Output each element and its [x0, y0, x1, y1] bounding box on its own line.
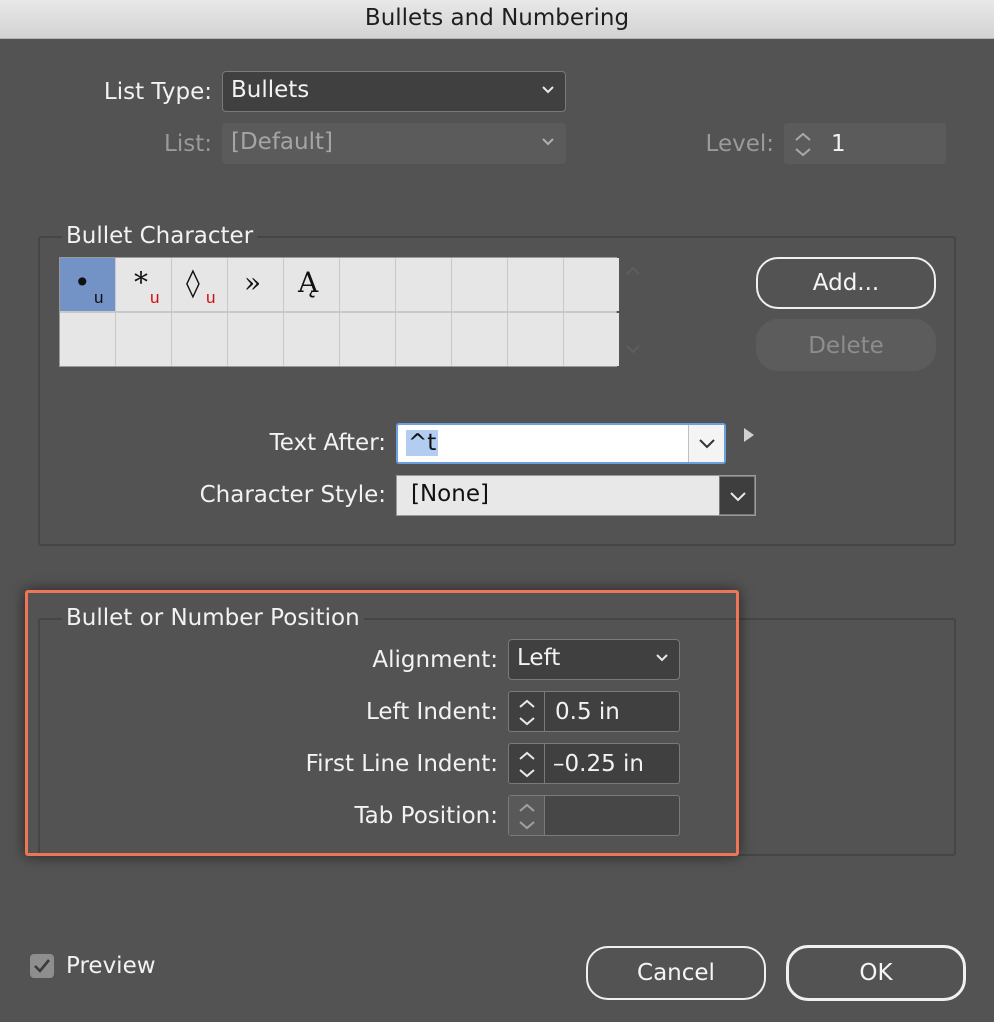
bullet-glyph-grid: • u * u ◊ u » Ą [59, 257, 619, 367]
glyph-cell-empty[interactable] [228, 313, 283, 366]
glyph-cell-empty[interactable] [340, 258, 395, 311]
text-after-menu-button[interactable] [688, 425, 724, 462]
glyph-unicode-marker: u [206, 288, 216, 307]
glyph-char: » [244, 266, 262, 299]
glyph-char: • [74, 266, 91, 299]
character-style-value: [None] [411, 481, 489, 507]
list-value: [Default] [231, 129, 333, 155]
chevron-down-icon [542, 138, 554, 146]
glyph-cell-empty[interactable] [452, 258, 507, 311]
bullet-character-title: Bullet Character [62, 223, 258, 249]
glyph-cell-empty[interactable] [508, 258, 563, 311]
list-type-value: Bullets [231, 77, 310, 103]
character-style-dropdown[interactable]: [None] [396, 475, 756, 516]
glyph-cell-empty[interactable] [340, 313, 395, 366]
glyph-cell-bullet[interactable]: • u [60, 258, 115, 311]
highlight-box [25, 590, 739, 856]
glyph-cell-empty[interactable] [116, 313, 171, 366]
glyph-cell-asterisk[interactable]: * u [116, 258, 171, 311]
glyph-unicode-marker: u [94, 288, 104, 307]
level-stepper-arrows[interactable] [785, 124, 821, 163]
glyph-cell-guillemet[interactable]: » [228, 258, 283, 311]
list-type-dropdown[interactable]: Bullets [222, 71, 566, 112]
preview-checkbox[interactable] [30, 954, 54, 978]
text-after-input[interactable]: ^t [396, 423, 726, 464]
glyph-cell-empty[interactable] [508, 313, 563, 366]
cancel-button[interactable]: Cancel [586, 946, 766, 1000]
checkmark-icon [34, 959, 51, 973]
glyph-cell-lozenge[interactable]: ◊ u [172, 258, 227, 311]
up-down-arrows-icon [795, 132, 811, 157]
list-type-label: List Type: [103, 79, 212, 105]
character-style-label: Character Style: [199, 482, 386, 508]
glyph-cell-empty[interactable] [452, 313, 507, 366]
glyph-cell-empty[interactable] [396, 258, 451, 311]
level-spinner[interactable]: 1 [784, 123, 946, 164]
text-after-label: Text After: [269, 430, 386, 456]
window-title: Bullets and Numbering [364, 5, 630, 31]
list-label: List: [164, 131, 212, 157]
text-after-value: ^t [406, 430, 439, 456]
glyph-cell-empty[interactable] [564, 313, 619, 366]
glyph-cell-empty[interactable] [396, 313, 451, 366]
glyph-grid-scroll-icon[interactable] [624, 262, 642, 358]
special-character-menu-icon[interactable] [742, 426, 756, 444]
character-style-menu-button[interactable] [719, 476, 755, 515]
level-label: Level: [705, 131, 774, 157]
glyph-cell-empty[interactable] [564, 258, 619, 311]
glyph-cell-empty[interactable] [60, 313, 115, 366]
chevron-down-icon [730, 492, 746, 502]
glyph-unicode-marker: u [150, 288, 160, 307]
preview-label[interactable]: Preview [66, 953, 156, 979]
ok-button[interactable]: OK [786, 945, 966, 1001]
chevron-down-icon [542, 86, 554, 94]
delete-button[interactable]: Delete [756, 319, 936, 371]
add-button[interactable]: Add... [756, 257, 936, 309]
level-value: 1 [831, 131, 846, 157]
list-dropdown[interactable]: [Default] [222, 123, 566, 164]
chevron-down-icon [699, 439, 715, 449]
title-bar: Bullets and Numbering [0, 0, 994, 39]
glyph-cell-empty[interactable] [284, 313, 339, 366]
glyph-cell-a-ogonek[interactable]: Ą [284, 258, 339, 311]
glyph-char: ◊ [186, 266, 200, 299]
glyph-cell-empty[interactable] [172, 313, 227, 366]
glyph-char: Ą [298, 266, 319, 299]
glyph-char: * [134, 266, 148, 299]
